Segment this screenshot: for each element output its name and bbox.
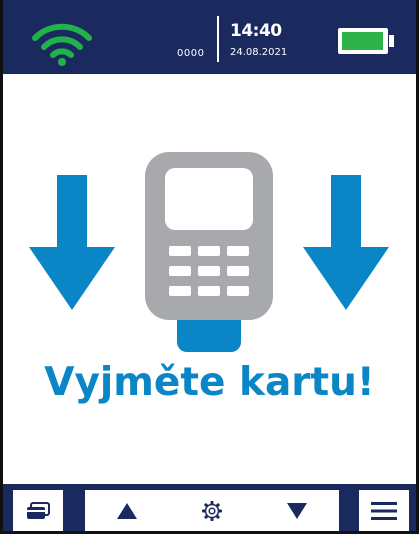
menu-button[interactable] xyxy=(359,490,409,531)
bottom-bar xyxy=(3,484,416,531)
status-bar: 0000 14:40 24.08.2021 xyxy=(3,0,416,74)
clock-time: 14:40 xyxy=(230,21,282,41)
menu-icon xyxy=(371,501,397,520)
terminal-id: 0000 xyxy=(177,48,205,59)
card-icon xyxy=(27,501,50,519)
arrow-down-icon xyxy=(303,175,389,310)
wifi-icon xyxy=(32,23,92,66)
terminal-screen: 0000 14:40 24.08.2021 Vyjměte kartu! xyxy=(0,0,419,534)
clock-date: 24.08.2021 xyxy=(230,47,288,58)
gear-icon[interactable] xyxy=(201,500,223,522)
card-terminal-icon xyxy=(145,152,273,352)
arrow-up-icon[interactable] xyxy=(117,502,137,519)
card-button[interactable] xyxy=(13,490,63,531)
arrow-down-icon xyxy=(29,175,115,310)
status-divider xyxy=(217,16,219,62)
navigation-buttons xyxy=(85,490,339,531)
battery-icon xyxy=(338,28,394,54)
arrow-down-icon[interactable] xyxy=(287,502,307,519)
remove-card-message: Vyjměte kartu! xyxy=(44,360,375,405)
